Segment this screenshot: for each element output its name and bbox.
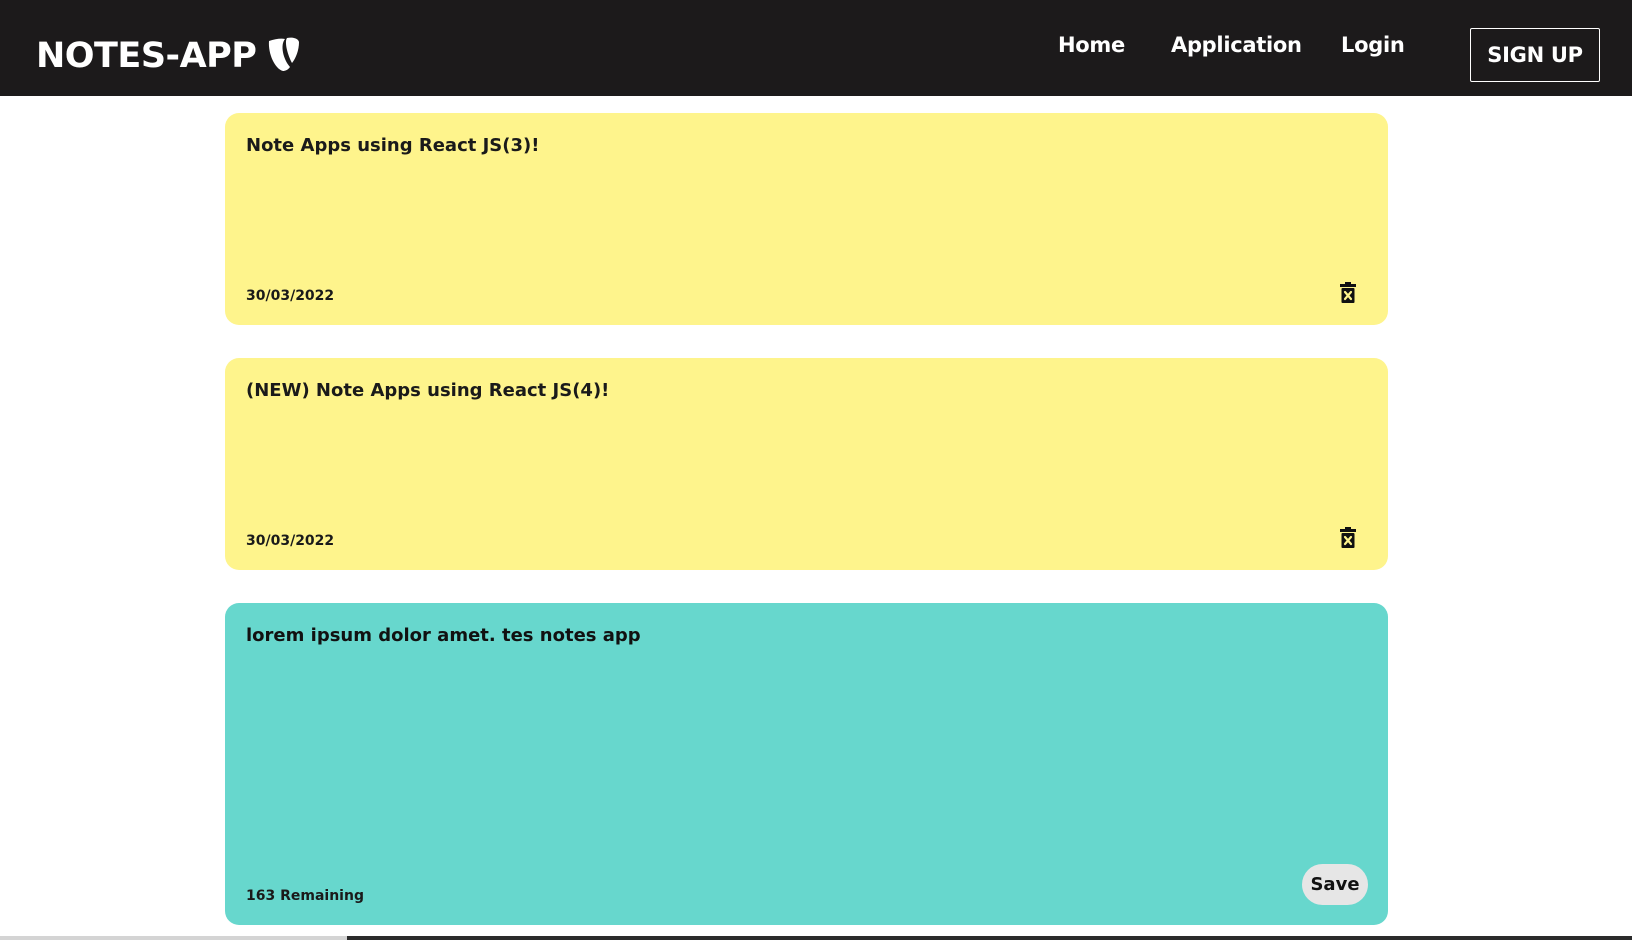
note-date: 30/03/2022: [246, 533, 335, 549]
note-date: 30/03/2022: [246, 288, 335, 304]
note-text: (NEW) Note Apps using React JS(4)!: [246, 380, 610, 401]
scrollbar-thumb[interactable]: [347, 936, 1632, 940]
new-note-card: lorem ipsum dolor amet. tes notes app 16…: [225, 603, 1388, 925]
signup-button[interactable]: SIGN UP: [1470, 28, 1600, 82]
brand[interactable]: NOTES-APP: [36, 34, 300, 78]
horizontal-scrollbar[interactable]: [0, 936, 1632, 940]
navbar: NOTES-APP Home Application Login SIGN UP: [0, 0, 1632, 96]
note-card: (NEW) Note Apps using React JS(4)! 30/03…: [225, 358, 1388, 570]
note-input[interactable]: lorem ipsum dolor amet. tes notes app: [246, 625, 1356, 825]
note-card: Note Apps using React JS(3)! 30/03/2022: [225, 113, 1388, 325]
typo3-icon: [266, 37, 300, 72]
nav-login-link[interactable]: Login: [1341, 33, 1405, 57]
save-button[interactable]: Save: [1302, 864, 1368, 905]
trash-x-icon[interactable]: [1340, 282, 1356, 303]
nav-home-link[interactable]: Home: [1058, 33, 1125, 57]
note-text: Note Apps using React JS(3)!: [246, 135, 540, 156]
trash-x-icon[interactable]: [1340, 527, 1356, 548]
nav-application-link[interactable]: Application: [1171, 33, 1302, 57]
brand-title: NOTES-APP: [36, 36, 257, 76]
remaining-counter: 163 Remaining: [246, 888, 364, 904]
